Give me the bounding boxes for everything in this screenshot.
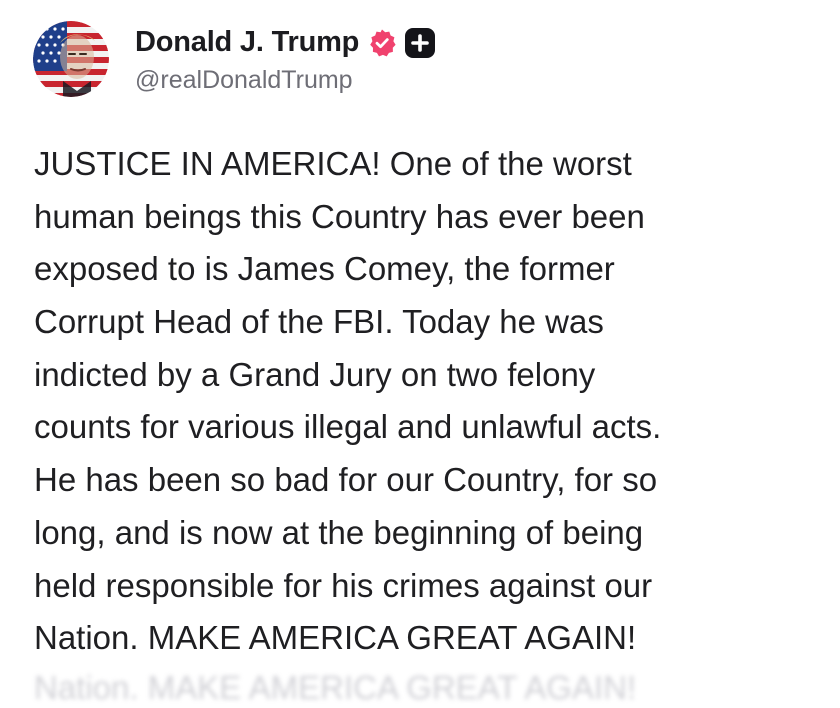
ghost-text-line: Nation. MAKE AMERICA GREAT AGAIN! (34, 669, 637, 706)
post-line: counts for various illegal and unlawful … (34, 408, 662, 446)
post-line: long, and is now at the beginning of bei… (34, 513, 644, 551)
post-body: JUSTICE IN AMERICA! One of the worst hum… (34, 138, 824, 665)
truth-social-post: Donald J. Trump @realDonaldTrump JUSTICE… (0, 0, 840, 706)
post-line: human beings this Country has ever been (34, 197, 645, 235)
post-line: exposed to is James Comey, the former (34, 250, 615, 288)
author-handle[interactable]: @realDonaldTrump (135, 66, 353, 95)
author-display-name[interactable]: Donald J. Trump (135, 26, 359, 59)
post-line: indicted by a Grand Jury on two felony (34, 355, 596, 393)
post-line: Nation. MAKE AMERICA GREAT AGAIN! (34, 619, 637, 657)
post-line: He has been so bad for our Country, for … (34, 461, 658, 499)
post-line: held responsible for his crimes against … (34, 566, 653, 604)
portrait-flag-avatar-icon (33, 21, 109, 97)
post-line: Corrupt Head of the FBI. Today he was (34, 303, 604, 341)
verified-badge-icon (367, 28, 397, 58)
post-line: JUSTICE IN AMERICA! One of the worst (34, 145, 632, 182)
plus-badge-icon (405, 27, 436, 58)
author-name-row: Donald J. Trump (135, 26, 436, 59)
author-avatar[interactable] (33, 21, 109, 97)
